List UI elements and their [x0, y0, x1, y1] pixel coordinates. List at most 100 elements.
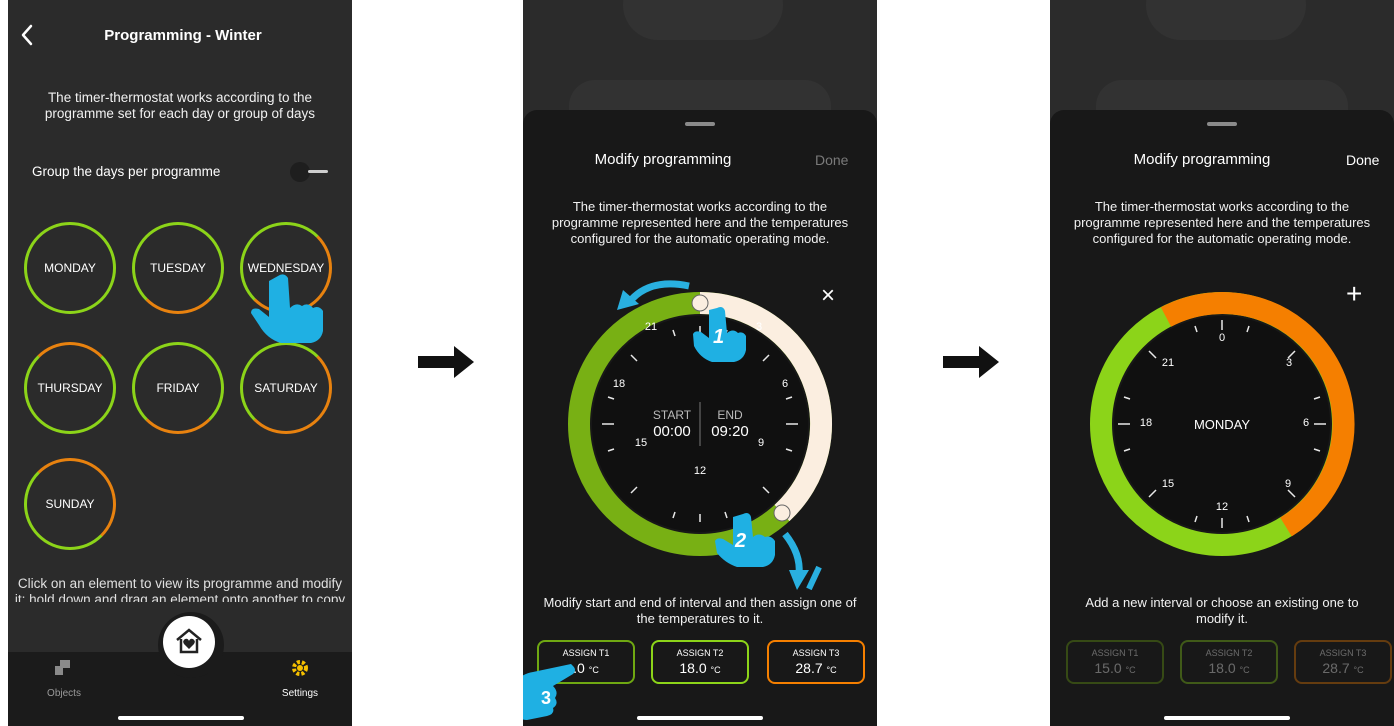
- assign-value: 28.7 °C: [769, 660, 863, 676]
- description-line: programme represented here and the tempe…: [1073, 215, 1371, 230]
- assign-label: ASSIGN T3: [792, 648, 840, 658]
- instruction-line: Modify start and end of interval and the…: [543, 595, 857, 610]
- bottom-sheet: Modify programming Done The timer-thermo…: [1050, 110, 1394, 726]
- day-label: TUESDAY: [150, 261, 206, 275]
- instruction-text: Add a new interval or choose an existing…: [1050, 595, 1394, 627]
- home-indicator: [637, 716, 763, 720]
- day-label: FRIDAY: [156, 381, 200, 395]
- hour-label-21: 21: [644, 321, 658, 333]
- description-line: programme represented here and the tempe…: [551, 215, 849, 230]
- hour-label-3: 3: [1285, 357, 1293, 369]
- home-heart-icon: [176, 628, 202, 654]
- sheet-description: The timer-thermostat works according to …: [523, 199, 877, 247]
- day-monday[interactable]: MONDAY: [24, 222, 116, 314]
- assign-label: ASSIGN T1: [562, 648, 610, 658]
- background-shape: [623, 0, 783, 40]
- instruction-line: modify it.: [1195, 611, 1248, 626]
- start-time: 00:00: [653, 423, 691, 440]
- step-3-badge: 3: [541, 688, 552, 708]
- assign-unit: °C: [1239, 665, 1250, 675]
- gear-icon[interactable]: [291, 659, 309, 677]
- hour-label-21: 21: [1161, 357, 1175, 369]
- day-thursday[interactable]: THURSDAY: [24, 342, 116, 434]
- hour-label-6: 6: [781, 378, 789, 390]
- step-1-badge: 1: [713, 326, 725, 348]
- description-line: The timer-thermostat works according to …: [47, 90, 313, 105]
- tab-objects[interactable]: Objects: [38, 688, 90, 699]
- hour-label-0: 0: [1218, 332, 1226, 344]
- footer-line: it; hold down and drag an element onto a…: [14, 592, 346, 602]
- assign-unit: °C: [1125, 665, 1136, 675]
- screen-programming-winter: Programming - Winter The timer-thermosta…: [8, 0, 352, 726]
- assign-t2-button[interactable]: ASSIGN T2 18.0 °C: [1180, 640, 1278, 684]
- assign-value: 28.7 °C: [1296, 660, 1390, 676]
- day-label: SATURDAY: [254, 381, 318, 395]
- step-hand-3-icon: [523, 664, 575, 720]
- dial-day-label: MONDAY: [1193, 417, 1251, 432]
- assign-t3-button[interactable]: ASSIGN T3 28.7 °C: [1294, 640, 1392, 684]
- hour-label-18: 18: [612, 378, 626, 390]
- description-line: The timer-thermostat works according to …: [572, 199, 828, 214]
- page-title: Programming - Winter: [104, 27, 262, 44]
- day-friday[interactable]: FRIDAY: [132, 342, 224, 434]
- assign-t3-button[interactable]: ASSIGN T3 28.7 °C: [767, 640, 865, 684]
- objects-icon[interactable]: [54, 660, 72, 676]
- description-line: The timer-thermostat works according to …: [1094, 199, 1350, 214]
- screen-modify-programming-editing: Modify programming Done The timer-thermo…: [523, 0, 877, 726]
- sheet-grabber[interactable]: [1207, 122, 1237, 126]
- day-label: MONDAY: [44, 261, 96, 275]
- assign-t1-button[interactable]: ASSIGN T1 15.0 °C: [1066, 640, 1164, 684]
- assign-unit: °C: [826, 665, 837, 675]
- hour-label-18: 18: [1139, 417, 1153, 429]
- assign-t2-button[interactable]: ASSIGN T2 18.0 °C: [651, 640, 749, 684]
- sheet-grabber[interactable]: [685, 122, 715, 126]
- hour-label-15: 15: [1161, 478, 1175, 490]
- assign-value-number: 15.0: [1094, 660, 1122, 676]
- sheet-title: Modify programming: [594, 151, 732, 168]
- home-button[interactable]: [163, 616, 215, 668]
- instruction-text: Modify start and end of interval and the…: [523, 595, 877, 627]
- assign-value-number: 18.0: [679, 660, 707, 676]
- group-days-toggle[interactable]: [290, 162, 330, 182]
- assign-label: ASSIGN T2: [676, 648, 724, 658]
- day-label: SUNDAY: [45, 497, 95, 511]
- home-indicator: [118, 716, 244, 720]
- step-hand-2-icon: [715, 513, 775, 567]
- tab-settings[interactable]: Settings: [274, 688, 326, 699]
- done-button[interactable]: Done: [1346, 152, 1379, 168]
- arrow-right-icon: [418, 346, 474, 378]
- screen-modify-programming-overview: Modify programming Done The timer-thermo…: [1050, 0, 1394, 726]
- day-sunday[interactable]: SUNDAY: [24, 458, 116, 550]
- end-time: 09:20: [711, 423, 749, 440]
- description-line: programme set for each day or group of d…: [44, 106, 316, 121]
- rotate-arrow-icon: [617, 280, 690, 310]
- assign-value: 18.0 °C: [1182, 660, 1276, 676]
- assign-unit: °C: [1353, 665, 1364, 675]
- footer-hint: Click on an element to view its programm…: [8, 576, 352, 602]
- day-saturday[interactable]: SATURDAY: [240, 342, 332, 434]
- assign-label: ASSIGN T1: [1091, 648, 1139, 658]
- step-2-badge: 2: [735, 530, 747, 552]
- done-button[interactable]: Done: [815, 152, 848, 168]
- back-chevron-icon[interactable]: [20, 24, 34, 46]
- description-line: configured for the automatic operating m…: [1092, 231, 1352, 246]
- group-days-label: Group the days per programme: [32, 164, 221, 179]
- instruction-line: Add a new interval or choose an existing…: [1085, 595, 1359, 610]
- day-label: THURSDAY: [37, 381, 103, 395]
- assign-unit: °C: [588, 665, 599, 675]
- assign-value: 15.0 °C: [1068, 660, 1162, 676]
- home-indicator: [1164, 716, 1290, 720]
- day-tuesday[interactable]: TUESDAY: [132, 222, 224, 314]
- hand-pointer-icon: [251, 274, 323, 343]
- hour-label-6: 6: [1302, 417, 1310, 429]
- assign-label: ASSIGN T3: [1319, 648, 1367, 658]
- assign-unit: °C: [710, 665, 721, 675]
- footer-line: Click on an element to view its programm…: [17, 576, 343, 591]
- bottom-sheet: Modify programming Done The timer-thermo…: [523, 110, 877, 726]
- hour-label-9: 9: [1284, 478, 1292, 490]
- page-description: The timer-thermostat works according to …: [8, 90, 352, 122]
- sheet-description: The timer-thermostat works according to …: [1050, 199, 1394, 247]
- assign-value: 18.0 °C: [653, 660, 747, 676]
- hour-label-12: 12: [693, 465, 707, 477]
- description-line: configured for the automatic operating m…: [570, 231, 830, 246]
